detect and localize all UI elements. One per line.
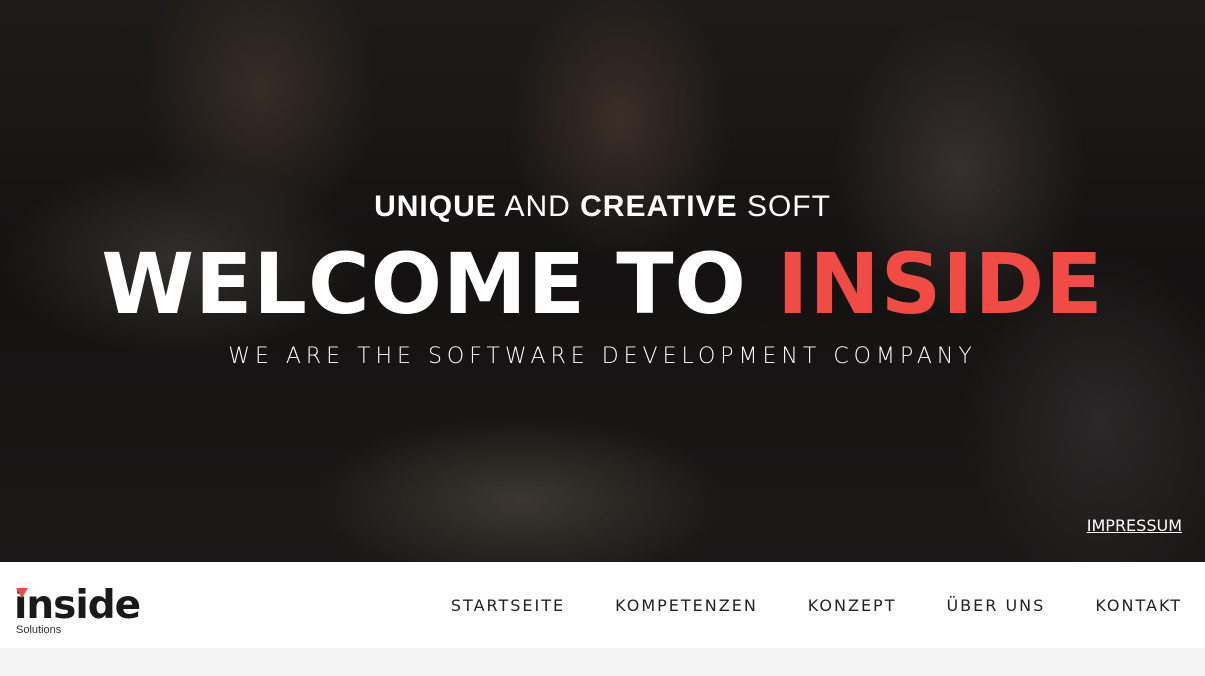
main-nav: STARTSEITE KOMPETENZEN KONZEPT ÜBER UNS …: [451, 562, 1182, 648]
nav-item-startseite[interactable]: STARTSEITE: [451, 596, 565, 615]
logo[interactable]: inside Solutions: [14, 583, 164, 637]
hero-subtitle: WE ARE THE SOFTWARE DEVELOPMENT COMPANY: [228, 344, 977, 369]
nav-item-konzept[interactable]: KONZEPT: [808, 596, 897, 615]
logo-accent-triangle: [16, 588, 28, 598]
tagline-word-creative: CREATIVE: [580, 190, 738, 223]
nav-item-kontakt[interactable]: KONTAKT: [1095, 596, 1182, 615]
hero-content: UNIQUE AND CREATIVE SOFT WELCOME TO INSI…: [0, 190, 1205, 369]
nav-item-kompetenzen[interactable]: KOMPETENZEN: [615, 596, 758, 615]
headline-main: WELCOME TO: [101, 235, 778, 333]
navbar: inside Solutions STARTSEITE KOMPETENZEN …: [0, 562, 1205, 648]
logo-subtitle: Solutions: [16, 624, 62, 636]
tagline-word-and: AND: [504, 190, 571, 223]
tagline-word-unique: UNIQUE: [374, 190, 497, 223]
page-content-area: [0, 648, 1205, 676]
tagline-word-soft: SOFT: [746, 190, 831, 223]
hero-headline: WELCOME TO INSIDE: [0, 234, 1205, 334]
nav-item-ueber-uns[interactable]: ÜBER UNS: [946, 596, 1045, 615]
impressum-link[interactable]: IMPRESSUM: [1087, 516, 1182, 535]
hero-section: UNIQUE AND CREATIVE SOFT WELCOME TO INSI…: [0, 0, 1205, 562]
hero-tagline: UNIQUE AND CREATIVE SOFT: [0, 190, 1205, 228]
headline-accent: INSIDE: [777, 235, 1104, 333]
logo-word: inside: [14, 583, 141, 628]
